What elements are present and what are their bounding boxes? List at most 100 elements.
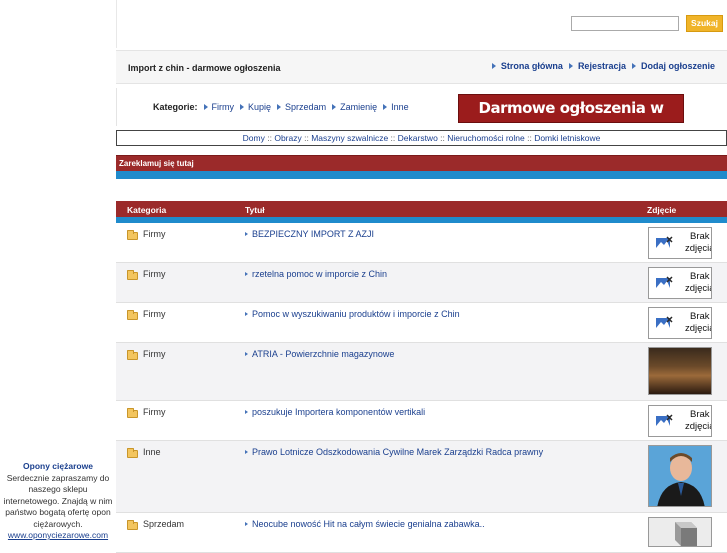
row-title: rzetelna pomoc w imporcie z Chin: [252, 269, 388, 279]
row-title-link[interactable]: Pomoc w wyszukiwaniu produktów i imporci…: [245, 309, 460, 319]
row-title-link[interactable]: BEZPIECZNY IMPORT Z AZJI: [245, 229, 374, 239]
row-category[interactable]: Firmy: [143, 269, 166, 279]
advertise-link[interactable]: Zareklamuj się tutaj: [119, 159, 194, 168]
tag-link[interactable]: Domy: [243, 133, 265, 143]
table-row: Firmy rzetelna pomoc w imporcie z Chin B…: [116, 263, 727, 303]
search-input[interactable]: [571, 16, 679, 31]
nav-home-label: Strona główna: [500, 61, 563, 71]
category-firmy-label: Firmy: [211, 102, 235, 112]
row-category[interactable]: Firmy: [143, 349, 166, 359]
nav-register[interactable]: Rejestracja: [568, 61, 626, 71]
category-firmy[interactable]: Firmy: [203, 102, 235, 112]
nav-home[interactable]: Strona główna: [491, 61, 563, 71]
row-category[interactable]: Inne: [143, 447, 161, 457]
folder-icon: [127, 270, 138, 280]
category-zamienie-label: Zamienię: [340, 102, 378, 112]
tag-links: Domy :: Obrazy :: Maszyny szwalnicze :: …: [116, 130, 727, 146]
category-list: Kategorie: Firmy Kupię Sprzedam Zamienię…: [153, 102, 409, 112]
tag-separator: ::: [301, 133, 312, 143]
row-category[interactable]: Firmy: [143, 229, 166, 239]
left-ad-body: Serdecznie zapraszamy do naszego sklepu …: [3, 472, 113, 529]
arrow-right-icon: [631, 63, 636, 69]
left-ad-title[interactable]: Opony ciężarowe: [0, 461, 116, 473]
row-title-link[interactable]: Prawo Lotnicze Odszkodowania Cywilne Mar…: [245, 447, 543, 457]
category-zamienie[interactable]: Zamienię: [332, 102, 377, 112]
category-label: Kategorie:: [153, 102, 198, 112]
tag-link[interactable]: Dekarstwo: [398, 133, 438, 143]
search-bar: Szukaj: [116, 0, 727, 48]
no-image-label: Brak zdjęcia: [685, 231, 712, 254]
row-category[interactable]: Firmy: [143, 407, 166, 417]
broken-image-icon: [656, 276, 673, 288]
row-title-link[interactable]: ATRIA - Powierzchnie magazynowe: [245, 349, 394, 359]
table-row: Sprzedam Neocube nowość Hit na całym świ…: [116, 513, 727, 553]
tag-separator: ::: [437, 133, 448, 143]
row-title: Pomoc w wyszukiwaniu produktów i imporci…: [252, 309, 460, 319]
broken-image-icon: [656, 236, 673, 248]
warehouse-photo[interactable]: [648, 347, 712, 395]
row-title: Prawo Lotnicze Odszkodowania Cywilne Mar…: [252, 447, 544, 457]
category-sprzedam[interactable]: Sprzedam: [277, 102, 326, 112]
site-title: Import z chin - darmowe ogłoszenia: [128, 63, 281, 73]
row-category[interactable]: Sprzedam: [143, 519, 184, 529]
row-title-link[interactable]: poszukuje Importera komponentów vertikal…: [245, 407, 425, 417]
row-title-link[interactable]: rzetelna pomoc w imporcie z Chin: [245, 269, 387, 279]
no-image-label: Brak zdjęcia: [685, 311, 712, 334]
person-silhouette-icon: [649, 446, 711, 506]
category-inne[interactable]: Inne: [383, 102, 409, 112]
arrow-right-icon: [245, 312, 248, 316]
row-title: ATRIA - Powierzchnie magazynowe: [252, 349, 395, 359]
listing-table-header: Kategoria Tytuł Zdjęcie: [116, 201, 727, 217]
arrow-right-icon: [245, 522, 248, 526]
person-photo[interactable]: [648, 445, 712, 507]
no-image-thumbnail[interactable]: Brak zdjęcia: [648, 307, 712, 339]
arrow-right-icon: [383, 104, 388, 110]
no-image-label: Brak zdjęcia: [685, 271, 712, 294]
category-kupie[interactable]: Kupię: [240, 102, 271, 112]
arrow-right-icon: [491, 63, 496, 69]
tag-link[interactable]: Domki letniskowe: [534, 133, 600, 143]
row-title: BEZPIECZNY IMPORT Z AZJI: [252, 229, 375, 239]
cube-photo[interactable]: [648, 517, 712, 547]
arrow-right-icon: [245, 410, 248, 414]
folder-icon: [127, 350, 138, 360]
arrow-right-icon: [245, 232, 248, 236]
arrow-right-icon: [277, 104, 282, 110]
row-category[interactable]: Firmy: [143, 309, 166, 319]
title-bar: Import z chin - darmowe ogłoszenia Stron…: [116, 50, 727, 84]
arrow-right-icon: [240, 104, 245, 110]
table-row: Firmy poszukuje Importera komponentów ve…: [116, 401, 727, 441]
category-sprzedam-label: Sprzedam: [285, 102, 327, 112]
cube-icon: [649, 518, 711, 546]
no-image-thumbnail[interactable]: Brak zdjęcia: [648, 227, 712, 259]
main-column: Szukaj Import z chin - darmowe ogłoszeni…: [116, 0, 727, 553]
tag-link[interactable]: Maszyny szwalnicze: [311, 133, 388, 143]
nav-add-ad-label: Dodaj ogłoszenie: [640, 61, 715, 71]
category-bar: Kategorie: Firmy Kupię Sprzedam Zamienię…: [116, 88, 727, 144]
table-row: Firmy BEZPIECZNY IMPORT Z AZJI Brak zdjęc…: [116, 223, 727, 263]
category-inne-label: Inne: [391, 102, 409, 112]
tag-separator: ::: [388, 133, 398, 143]
category-kupie-label: Kupię: [248, 102, 272, 112]
tag-link[interactable]: Nieruchomości rolne: [447, 133, 524, 143]
folder-icon: [127, 408, 138, 418]
no-image-thumbnail[interactable]: Brak zdjęcia: [648, 267, 712, 299]
no-image-label: Brak zdjęcia: [685, 409, 712, 432]
left-ad-url[interactable]: www.oponyciezarowe.com: [0, 530, 116, 542]
arrow-right-icon: [245, 450, 248, 454]
column-header-image: Zdjęcie: [647, 205, 677, 215]
tag-link[interactable]: Obrazy: [274, 133, 301, 143]
arrow-right-icon: [203, 104, 208, 110]
promo-banner[interactable]: Darmowe ogłoszenia w sieci !!: [458, 94, 684, 144]
nav-add-ad[interactable]: Dodaj ogłoszenie: [631, 61, 715, 71]
nav-register-label: Rejestracja: [577, 61, 626, 71]
arrow-right-icon: [332, 104, 337, 110]
table-row: Firmy ATRIA - Powierzchnie magazynowe: [116, 343, 727, 401]
search-button[interactable]: Szukaj: [686, 15, 723, 32]
folder-icon: [127, 230, 138, 240]
row-title-link[interactable]: Neocube nowość Hit na całym świecie geni…: [245, 519, 485, 529]
no-image-thumbnail[interactable]: Brak zdjęcia: [648, 405, 712, 437]
table-row: Inne Prawo Lotnicze Odszkodowania Cywiln…: [116, 441, 727, 513]
tag-separator: ::: [524, 133, 535, 143]
arrow-right-icon: [245, 272, 248, 276]
